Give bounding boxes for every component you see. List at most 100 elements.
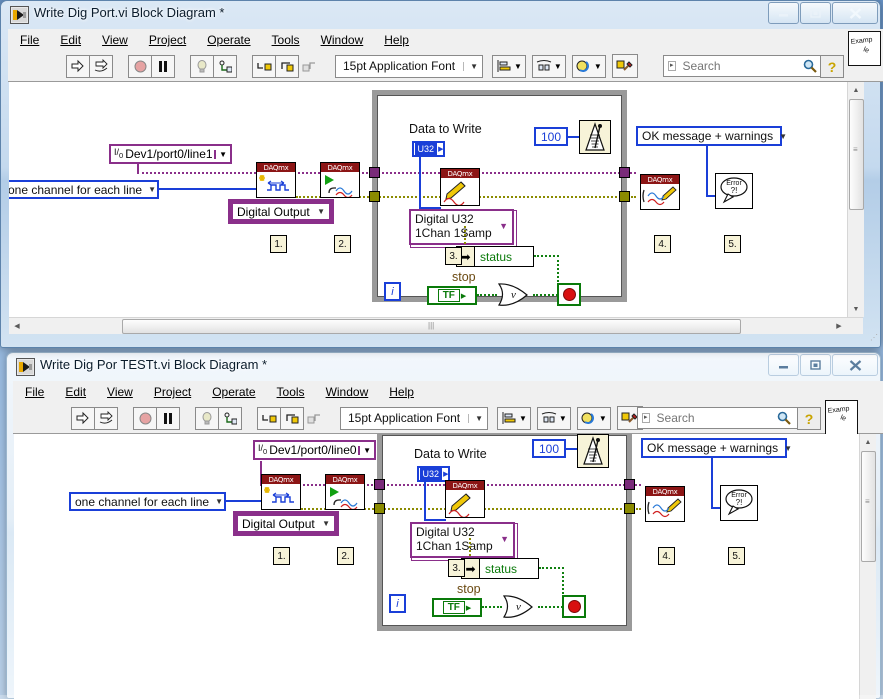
- chevron-down-icon[interactable]: ▼: [777, 132, 791, 141]
- reorder-button[interactable]: ▼: [576, 406, 611, 430]
- vertical-scroll-thumb-2[interactable]: ≡: [861, 451, 876, 562]
- pause-icon[interactable]: [151, 54, 175, 78]
- menu-tools[interactable]: Tools: [272, 33, 300, 47]
- error-handler-mode-control-2[interactable]: OK message + warnings ▼: [641, 438, 792, 458]
- search-dropdown-icon[interactable]: ▸: [668, 61, 676, 71]
- step-controls[interactable]: [257, 406, 325, 430]
- chevron-down-icon[interactable]: ▼: [468, 413, 483, 423]
- menu-project[interactable]: Project: [154, 385, 191, 399]
- menu-help[interactable]: Help: [389, 385, 414, 399]
- chevron-down-icon[interactable]: ▼: [315, 207, 329, 216]
- menu-edit[interactable]: Edit: [60, 33, 81, 47]
- iteration-terminal-2[interactable]: i: [389, 594, 406, 613]
- distribute-objects-button[interactable]: ▼: [536, 406, 571, 430]
- scroll-left-arrow-1[interactable]: ◀: [9, 318, 25, 334]
- chevron-down-icon[interactable]: ▼: [500, 534, 509, 544]
- chevron-down-icon[interactable]: ▼: [214, 149, 230, 159]
- search-box[interactable]: ▸: [663, 55, 825, 77]
- highlight-execution-icon[interactable]: [190, 54, 214, 78]
- daqmx-start-task-2[interactable]: DAQmx: [325, 474, 365, 510]
- debug-controls[interactable]: [190, 54, 237, 78]
- vertical-scrollbar-1[interactable]: ▲ ≡ ▼: [847, 82, 864, 317]
- loop-condition-terminal-2[interactable]: [562, 595, 586, 618]
- run-continuously-icon[interactable]: [94, 406, 118, 430]
- window-write-dig-por-test[interactable]: Write Dig Por TESTt.vi Block Diagram * F…: [6, 352, 883, 699]
- vertical-scroll-thumb-1[interactable]: ≡: [849, 99, 864, 210]
- step-into-icon[interactable]: [257, 406, 281, 430]
- physical-channel-control-2[interactable]: I/0 Dev1/port0/line0 ▼: [253, 440, 376, 460]
- loop-tunnel-error-left-1[interactable]: [369, 191, 380, 202]
- loop-tunnel-error-left-2[interactable]: [374, 503, 385, 514]
- simple-error-handler-1[interactable]: Error ?!: [715, 173, 753, 209]
- maximize-button[interactable]: [800, 354, 831, 376]
- minimize-button[interactable]: [768, 354, 799, 376]
- wait-value-constant-1[interactable]: 100: [534, 127, 568, 146]
- abort-execution-icon[interactable]: [133, 406, 157, 430]
- daqmx-create-virtual-channel-1[interactable]: DAQmx: [256, 162, 296, 198]
- chevron-down-icon[interactable]: ▼: [463, 61, 478, 71]
- font-selector[interactable]: 15pt Application Font ▼: [340, 406, 488, 430]
- line-grouping-control-1[interactable]: one channel for each line ▼: [9, 180, 159, 199]
- help-button[interactable]: ?: [797, 407, 821, 430]
- menu-project[interactable]: Project: [149, 33, 186, 47]
- horizontal-scrollbar-1[interactable]: ◀ ||| ▶: [9, 317, 863, 334]
- step-over-icon[interactable]: [280, 406, 304, 430]
- search-input[interactable]: [654, 410, 777, 426]
- horizontal-scroll-thumb-1[interactable]: |||: [122, 319, 741, 334]
- wait-ms-function-1[interactable]: [579, 120, 611, 154]
- loop-tunnel-error-right-2[interactable]: [624, 503, 635, 514]
- daqmx-start-task-1[interactable]: DAQmx: [320, 162, 360, 198]
- menu-view[interactable]: View: [107, 385, 133, 399]
- help-button[interactable]: ?: [820, 55, 844, 78]
- chevron-down-icon[interactable]: ▼: [358, 445, 374, 455]
- daqmx-clear-task-2[interactable]: DAQmx: [645, 486, 685, 522]
- chevron-down-icon[interactable]: ▼: [499, 221, 508, 231]
- maximize-button[interactable]: [800, 2, 831, 24]
- stop-boolean-terminal-1[interactable]: TF ▶: [427, 286, 477, 305]
- iteration-terminal-1[interactable]: i: [384, 282, 401, 301]
- menu-operate[interactable]: Operate: [207, 33, 250, 47]
- error-handler-mode-control-1[interactable]: OK message + warnings ▼: [636, 126, 787, 146]
- status-unbundle-2[interactable]: ➡ status: [461, 558, 539, 579]
- align-objects-button[interactable]: ▼: [492, 54, 526, 78]
- search-dropdown-icon[interactable]: ▸: [642, 413, 650, 423]
- run-icon[interactable]: [71, 406, 95, 430]
- menu-window[interactable]: Window: [321, 33, 364, 47]
- daqmx-write-2[interactable]: DAQmx: [445, 480, 485, 518]
- pause-icon[interactable]: [156, 406, 180, 430]
- align-objects-button[interactable]: ▼: [497, 406, 531, 430]
- menu-window[interactable]: Window: [326, 385, 369, 399]
- menu-file[interactable]: File: [20, 33, 39, 47]
- write-polymorphic-selector-1[interactable]: Digital U32 1Chan 1Samp ▼: [409, 209, 514, 245]
- stop-boolean-terminal-2[interactable]: TF ▶: [432, 598, 482, 617]
- abort-execution-icon[interactable]: [128, 54, 152, 78]
- loop-tunnel-error-right-1[interactable]: [619, 191, 630, 202]
- scroll-up-arrow-2[interactable]: ▲: [860, 434, 876, 450]
- run-icon[interactable]: [66, 54, 90, 78]
- scroll-right-arrow-1[interactable]: ▶: [831, 318, 847, 334]
- run-controls[interactable]: [66, 54, 113, 78]
- minimize-button[interactable]: [768, 2, 799, 24]
- wait-ms-function-2[interactable]: [577, 434, 609, 468]
- debug-controls[interactable]: [195, 406, 242, 430]
- loop-tunnel-task-right-1[interactable]: [619, 167, 630, 178]
- block-diagram-canvas-2[interactable]: I/0 Dev1/port0/line0 ▼ one channel for e…: [14, 434, 859, 699]
- close-button[interactable]: [832, 354, 878, 376]
- channel-type-control-2[interactable]: Digital Output ▼: [236, 514, 336, 533]
- step-out-icon[interactable]: [303, 408, 325, 429]
- menu-bar[interactable]: File Edit View Project Operate Tools Win…: [8, 29, 883, 52]
- highlight-execution-icon[interactable]: [195, 406, 219, 430]
- chevron-down-icon[interactable]: ▼: [320, 519, 334, 528]
- title-bar[interactable]: Write Dig Port.vi Block Diagram *: [1, 1, 880, 28]
- simple-error-handler-2[interactable]: Error ?!: [720, 485, 758, 521]
- line-grouping-control-2[interactable]: one channel for each line ▼: [69, 492, 226, 511]
- search-input[interactable]: [680, 58, 803, 74]
- daqmx-create-virtual-channel-2[interactable]: DAQmx: [261, 474, 301, 510]
- window-controls[interactable]: [767, 354, 878, 376]
- or-gate-1[interactable]: v: [496, 282, 534, 307]
- wait-value-constant-2[interactable]: 100: [532, 439, 566, 458]
- example-finder-button[interactable]: Examp le: [825, 400, 858, 435]
- distribute-objects-button[interactable]: ▼: [531, 54, 566, 78]
- write-polymorphic-selector-2[interactable]: Digital U32 1Chan 1Samp ▼: [410, 522, 515, 558]
- step-controls[interactable]: [252, 54, 319, 78]
